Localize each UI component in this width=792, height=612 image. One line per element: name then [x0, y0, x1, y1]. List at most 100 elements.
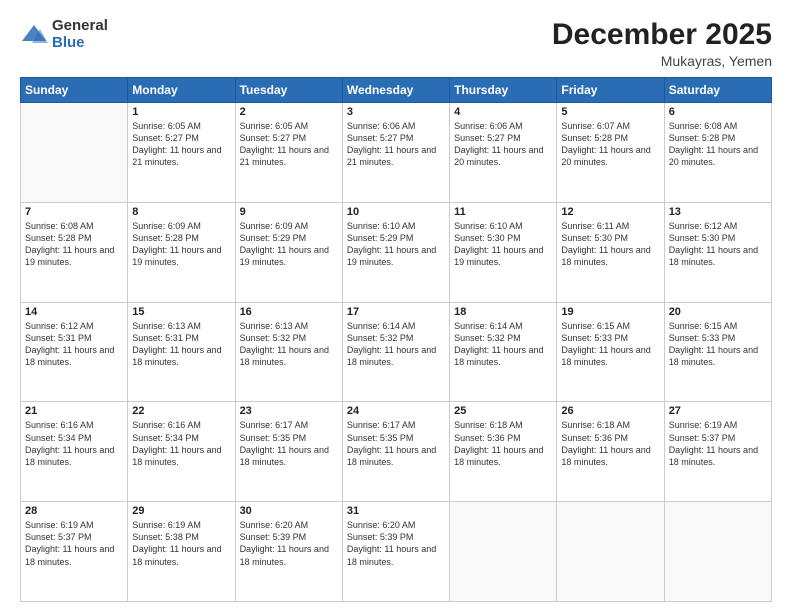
table-row: 13 Sunrise: 6:12 AM Sunset: 5:30 PM Dayli…	[664, 202, 771, 302]
table-row: 26Sunrise: 6:18 AM Sunset: 5:36 PM Dayli…	[557, 402, 664, 502]
title-block: December 2025 Mukayras, Yemen	[552, 18, 772, 69]
logo-general-text: General	[52, 18, 108, 35]
day-info: Sunrise: 6:14 AM Sunset: 5:32 PM Dayligh…	[347, 320, 445, 369]
day-number: 9	[240, 206, 338, 218]
day-number: 22	[132, 405, 230, 417]
day-info: Sunrise: 6:07 AM Sunset: 5:28 PM Dayligh…	[561, 120, 659, 169]
day-number: 12	[561, 206, 659, 218]
table-row: 14Sunrise: 6:12 AM Sunset: 5:31 PM Dayli…	[21, 302, 128, 402]
day-info: Sunrise: 6:18 AM Sunset: 5:36 PM Dayligh…	[454, 419, 552, 468]
day-number: 27	[669, 405, 767, 417]
day-info: Sunrise: 6:16 AM Sunset: 5:34 PM Dayligh…	[132, 419, 230, 468]
day-info: Sunrise: 6:11 AM Sunset: 5:30 PM Dayligh…	[561, 220, 659, 269]
col-friday: Friday	[557, 78, 664, 103]
calendar-header-row: Sunday Monday Tuesday Wednesday Thursday…	[21, 78, 772, 103]
day-number: 21	[25, 405, 123, 417]
table-row: 27Sunrise: 6:19 AM Sunset: 5:37 PM Dayli…	[664, 402, 771, 502]
table-row: 5 Sunrise: 6:07 AM Sunset: 5:28 PM Daylig…	[557, 103, 664, 203]
day-number: 18	[454, 306, 552, 318]
day-info: Sunrise: 6:12 AM Sunset: 5:30 PM Dayligh…	[669, 220, 767, 269]
day-number: 25	[454, 405, 552, 417]
table-row: 6Sunrise: 6:08 AM Sunset: 5:28 PM Daylig…	[664, 103, 771, 203]
day-number: 20	[669, 306, 767, 318]
table-row: 23 Sunrise: 6:17 AM Sunset: 5:35 PM Dayli…	[235, 402, 342, 502]
day-info: Sunrise: 6:06 AM Sunset: 5:27 PM Dayligh…	[347, 120, 445, 169]
day-info: Sunrise: 6:15 AM Sunset: 5:33 PM Dayligh…	[669, 320, 767, 369]
table-row: 11 Sunrise: 6:10 AM Sunset: 5:30 PM Dayli…	[450, 202, 557, 302]
day-number: 23	[240, 405, 338, 417]
day-info: Sunrise: 6:09 AM Sunset: 5:28 PM Dayligh…	[132, 220, 230, 269]
day-number: 17	[347, 306, 445, 318]
day-number: 3	[347, 106, 445, 118]
day-number: 4	[454, 106, 552, 118]
table-row	[450, 502, 557, 602]
logo-blue-text: Blue	[52, 35, 108, 52]
table-row: 4 Sunrise: 6:06 AM Sunset: 5:27 PM Daylig…	[450, 103, 557, 203]
day-info: Sunrise: 6:05 AM Sunset: 5:27 PM Dayligh…	[240, 120, 338, 169]
table-row: 24 Sunrise: 6:17 AM Sunset: 5:35 PM Dayli…	[342, 402, 449, 502]
calendar-week-row: 14Sunrise: 6:12 AM Sunset: 5:31 PM Dayli…	[21, 302, 772, 402]
table-row: 18 Sunrise: 6:14 AM Sunset: 5:32 PM Dayli…	[450, 302, 557, 402]
day-info: Sunrise: 6:14 AM Sunset: 5:32 PM Dayligh…	[454, 320, 552, 369]
day-info: Sunrise: 6:20 AM Sunset: 5:39 PM Dayligh…	[240, 519, 338, 568]
title-month: December 2025	[552, 18, 772, 52]
col-wednesday: Wednesday	[342, 78, 449, 103]
calendar-week-row: 28Sunrise: 6:19 AM Sunset: 5:37 PM Dayli…	[21, 502, 772, 602]
day-info: Sunrise: 6:05 AM Sunset: 5:27 PM Dayligh…	[132, 120, 230, 169]
col-saturday: Saturday	[664, 78, 771, 103]
day-info: Sunrise: 6:13 AM Sunset: 5:32 PM Dayligh…	[240, 320, 338, 369]
day-number: 15	[132, 306, 230, 318]
day-number: 1	[132, 106, 230, 118]
day-number: 30	[240, 505, 338, 517]
day-number: 8	[132, 206, 230, 218]
col-tuesday: Tuesday	[235, 78, 342, 103]
col-monday: Monday	[128, 78, 235, 103]
table-row: 8 Sunrise: 6:09 AM Sunset: 5:28 PM Daylig…	[128, 202, 235, 302]
day-info: Sunrise: 6:13 AM Sunset: 5:31 PM Dayligh…	[132, 320, 230, 369]
table-row: 22 Sunrise: 6:16 AM Sunset: 5:34 PM Dayli…	[128, 402, 235, 502]
day-info: Sunrise: 6:06 AM Sunset: 5:27 PM Dayligh…	[454, 120, 552, 169]
day-number: 29	[132, 505, 230, 517]
table-row: 31Sunrise: 6:20 AM Sunset: 5:39 PM Dayli…	[342, 502, 449, 602]
table-row: 30 Sunrise: 6:20 AM Sunset: 5:39 PM Dayli…	[235, 502, 342, 602]
table-row: 21Sunrise: 6:16 AM Sunset: 5:34 PM Dayli…	[21, 402, 128, 502]
day-info: Sunrise: 6:18 AM Sunset: 5:36 PM Dayligh…	[561, 419, 659, 468]
table-row: 25 Sunrise: 6:18 AM Sunset: 5:36 PM Dayli…	[450, 402, 557, 502]
logo: General Blue	[20, 18, 108, 51]
table-row: 3 Sunrise: 6:06 AM Sunset: 5:27 PM Daylig…	[342, 103, 449, 203]
day-number: 28	[25, 505, 123, 517]
day-info: Sunrise: 6:10 AM Sunset: 5:29 PM Dayligh…	[347, 220, 445, 269]
day-number: 19	[561, 306, 659, 318]
table-row: 12 Sunrise: 6:11 AM Sunset: 5:30 PM Dayli…	[557, 202, 664, 302]
day-info: Sunrise: 6:17 AM Sunset: 5:35 PM Dayligh…	[347, 419, 445, 468]
title-location: Mukayras, Yemen	[552, 53, 772, 69]
day-info: Sunrise: 6:19 AM Sunset: 5:38 PM Dayligh…	[132, 519, 230, 568]
day-number: 14	[25, 306, 123, 318]
day-info: Sunrise: 6:17 AM Sunset: 5:35 PM Dayligh…	[240, 419, 338, 468]
logo-icon	[20, 21, 48, 49]
calendar-week-row: 21 Sunrise: 6:16 AM Sunset: 5:34 PM Dayli…	[21, 402, 772, 502]
header: General Blue December 2025 Mukayras, Yem…	[20, 18, 772, 69]
day-info: Sunrise: 6:08 AM Sunset: 5:28 PM Dayligh…	[25, 220, 123, 269]
table-row	[557, 502, 664, 602]
col-sunday: Sunday	[21, 78, 128, 103]
day-number: 10	[347, 206, 445, 218]
day-info: Sunrise: 6:09 AM Sunset: 5:29 PM Dayligh…	[240, 220, 338, 269]
calendar-week-row: 7Sunrise: 6:08 AM Sunset: 5:28 PM Daylig…	[21, 202, 772, 302]
logo-text: General Blue	[52, 18, 108, 51]
day-number: 11	[454, 206, 552, 218]
day-info: Sunrise: 6:10 AM Sunset: 5:30 PM Dayligh…	[454, 220, 552, 269]
day-number: 31	[347, 505, 445, 517]
table-row: 1 Sunrise: 6:05 AM Sunset: 5:27 PM Daylig…	[128, 103, 235, 203]
table-row: 15 Sunrise: 6:13 AM Sunset: 5:31 PM Dayli…	[128, 302, 235, 402]
day-info: Sunrise: 6:15 AM Sunset: 5:33 PM Dayligh…	[561, 320, 659, 369]
table-row: 20 Sunrise: 6:15 AM Sunset: 5:33 PM Dayli…	[664, 302, 771, 402]
day-number: 5	[561, 106, 659, 118]
table-row: 28Sunrise: 6:19 AM Sunset: 5:37 PM Dayli…	[21, 502, 128, 602]
table-row: 29 Sunrise: 6:19 AM Sunset: 5:38 PM Dayli…	[128, 502, 235, 602]
day-number: 24	[347, 405, 445, 417]
calendar-table: Sunday Monday Tuesday Wednesday Thursday…	[20, 77, 772, 602]
table-row	[21, 103, 128, 203]
day-number: 13	[669, 206, 767, 218]
table-row: 10 Sunrise: 6:10 AM Sunset: 5:29 PM Dayli…	[342, 202, 449, 302]
